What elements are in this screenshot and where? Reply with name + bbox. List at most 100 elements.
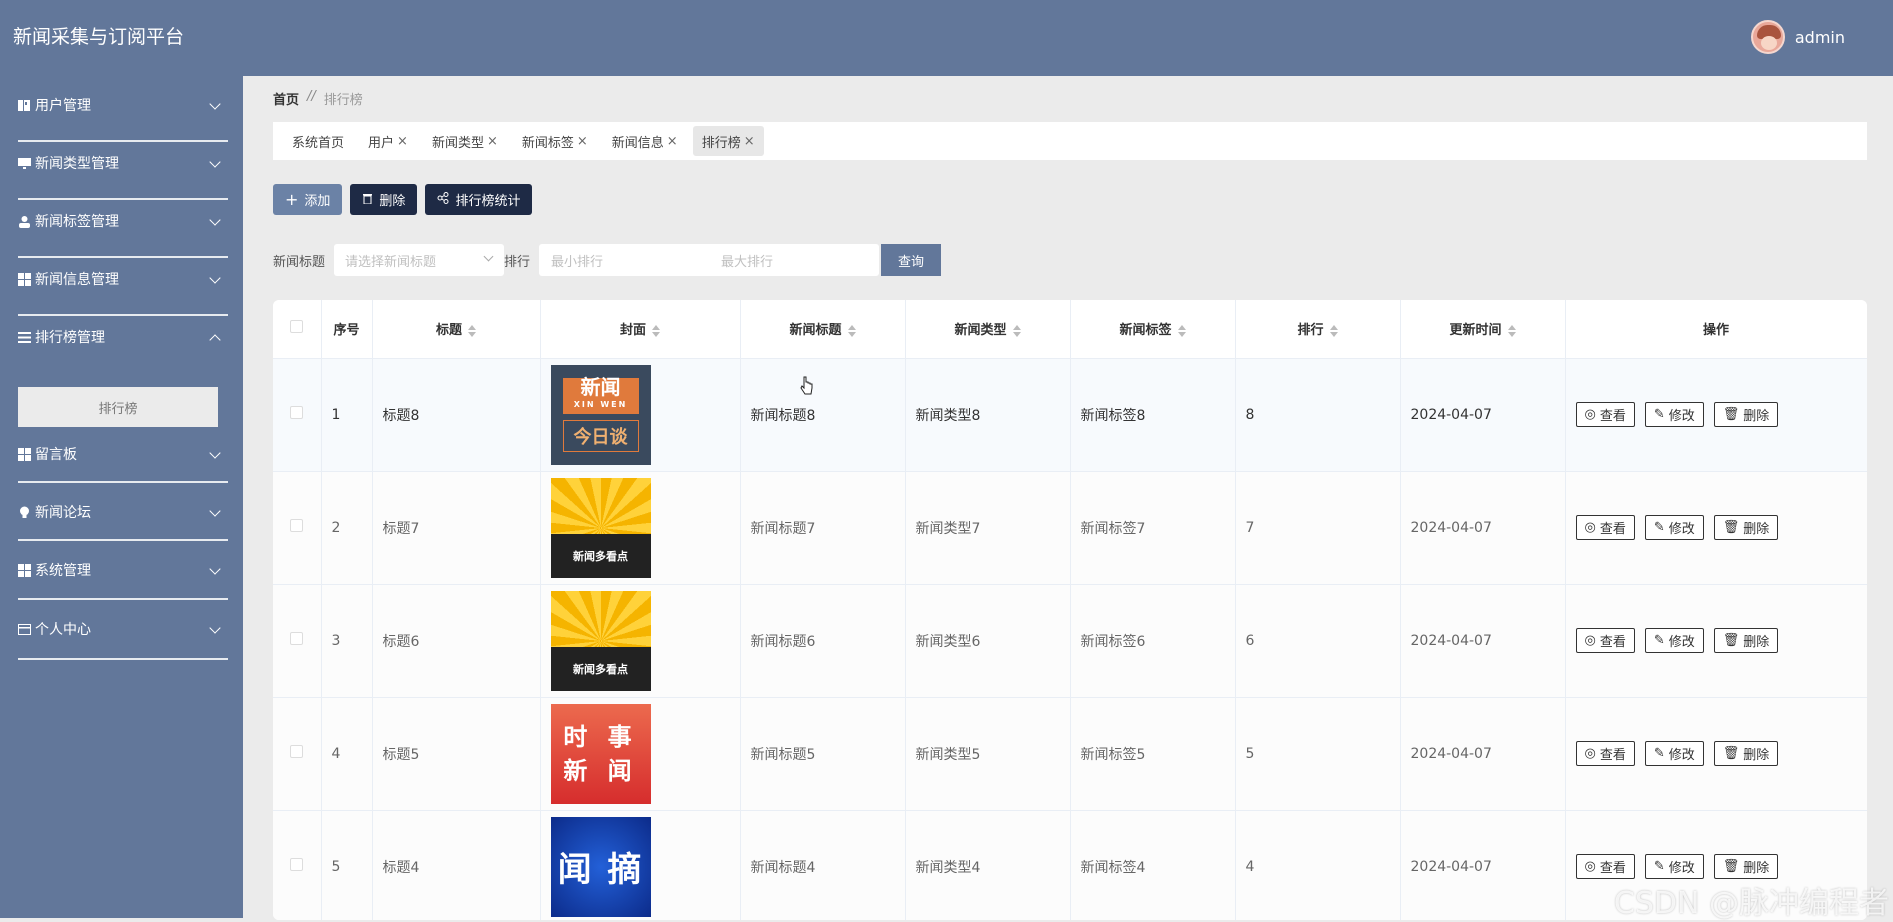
- tab-users[interactable]: 用户×: [359, 126, 417, 156]
- trash-icon: 🗑: [1723, 633, 1740, 648]
- cell-news-title: 新闻标题6: [740, 584, 905, 697]
- max-rank-input[interactable]: 最大排行: [709, 251, 879, 270]
- table-row: 2标题7新闻多看点新闻标题7新闻类型7新闻标签772024-04-07◎查看✎修…: [273, 471, 1867, 584]
- tab-ranking[interactable]: 排行榜×: [693, 126, 764, 156]
- tab-news-info[interactable]: 新闻信息×: [603, 126, 687, 156]
- ranking-stats-button[interactable]: 排行榜统计: [425, 184, 532, 215]
- col-rank[interactable]: 排行: [1235, 300, 1400, 358]
- close-icon[interactable]: ×: [487, 134, 498, 149]
- tab-news-tag[interactable]: 新闻标签×: [513, 126, 597, 156]
- delete-row-button[interactable]: 🗑删除: [1714, 854, 1779, 879]
- cell-title: 标题6: [372, 584, 540, 697]
- grid-icon: [18, 448, 31, 461]
- person-icon: [18, 215, 31, 228]
- tab-news-type[interactable]: 新闻类型×: [423, 126, 507, 156]
- row-checkbox[interactable]: [273, 697, 321, 810]
- table-row: 4标题5时 事新 闻新闻标题5新闻类型5新闻标签552024-04-07◎查看✎…: [273, 697, 1867, 810]
- edit-button[interactable]: ✎修改: [1645, 402, 1704, 427]
- row-checkbox[interactable]: [273, 810, 321, 920]
- sort-icon: [1178, 325, 1186, 337]
- user-menu[interactable]: admin: [1751, 18, 1845, 56]
- cell-updated: 2024-04-07: [1400, 810, 1565, 920]
- view-button[interactable]: ◎查看: [1576, 402, 1635, 427]
- sidebar-item-ranking[interactable]: 排行榜管理: [0, 308, 243, 366]
- edit-button[interactable]: ✎修改: [1645, 628, 1704, 653]
- sort-icon: [652, 325, 660, 337]
- cell-news-type: 新闻类型8: [905, 358, 1070, 471]
- delete-row-button[interactable]: 🗑删除: [1714, 741, 1779, 766]
- delete-button[interactable]: 删除: [350, 184, 417, 215]
- sidebar-item-user-management[interactable]: 用户管理: [0, 76, 243, 134]
- trash-icon: [362, 192, 373, 208]
- plus-icon: +: [285, 193, 298, 207]
- sort-icon: [1013, 325, 1021, 337]
- cell-news-tag: 新闻标签7: [1070, 471, 1235, 584]
- cover-image: 时 事新 闻: [551, 704, 651, 804]
- news-title-select[interactable]: 请选择新闻标题: [334, 244, 504, 276]
- view-button[interactable]: ◎查看: [1576, 854, 1635, 879]
- col-news-type[interactable]: 新闻类型: [905, 300, 1070, 358]
- row-checkbox[interactable]: [273, 358, 321, 471]
- edit-button[interactable]: ✎修改: [1645, 515, 1704, 540]
- sidebar-item-personal[interactable]: 个人中心: [0, 600, 243, 658]
- col-cover[interactable]: 封面: [540, 300, 740, 358]
- eye-icon: ◎: [1585, 859, 1596, 874]
- sidebar-item-news-info[interactable]: 新闻信息管理: [0, 250, 243, 308]
- close-icon[interactable]: ×: [397, 134, 408, 149]
- cell-actions: ◎查看 ✎修改 🗑删除: [1565, 358, 1867, 471]
- close-icon[interactable]: ×: [744, 134, 755, 149]
- sidebar-item-news-tag[interactable]: 新闻标签管理: [0, 192, 243, 250]
- cell-news-type: 新闻类型5: [905, 697, 1070, 810]
- row-checkbox[interactable]: [273, 584, 321, 697]
- add-button[interactable]: +添加: [273, 184, 342, 215]
- min-rank-input[interactable]: 最小排行: [539, 251, 709, 270]
- username[interactable]: admin: [1795, 28, 1845, 47]
- avatar[interactable]: [1751, 20, 1785, 54]
- pencil-icon: ✎: [1654, 746, 1665, 761]
- view-button[interactable]: ◎查看: [1576, 628, 1635, 653]
- divider: [18, 658, 228, 660]
- chevron-down-icon: [209, 505, 220, 516]
- toolbar: +添加 删除 排行榜统计: [273, 184, 532, 215]
- sidebar-item-system[interactable]: 系统管理: [0, 541, 243, 599]
- col-news-tag[interactable]: 新闻标签: [1070, 300, 1235, 358]
- delete-row-button[interactable]: 🗑删除: [1714, 515, 1779, 540]
- delete-row-button[interactable]: 🗑删除: [1714, 628, 1779, 653]
- cell-rank: 6: [1235, 584, 1400, 697]
- edit-button[interactable]: ✎修改: [1645, 854, 1704, 879]
- trash-icon: 🗑: [1723, 407, 1740, 422]
- close-icon[interactable]: ×: [667, 134, 678, 149]
- cell-news-title: 新闻标题8: [740, 358, 905, 471]
- cell-cover: 新闻多看点: [540, 584, 740, 697]
- ranking-table: 序号 标题 封面 新闻标题 新闻类型 新闻标签 排行 更新时间 操作 1标题8新…: [273, 300, 1867, 920]
- cell-news-tag: 新闻标签8: [1070, 358, 1235, 471]
- edit-button[interactable]: ✎修改: [1645, 741, 1704, 766]
- col-title[interactable]: 标题: [372, 300, 540, 358]
- watermark: CSDN @脉冲编程者: [1614, 878, 1889, 922]
- view-button[interactable]: ◎查看: [1576, 515, 1635, 540]
- cell-updated: 2024-04-07: [1400, 584, 1565, 697]
- cell-news-tag: 新闻标签5: [1070, 697, 1235, 810]
- search-bar: 新闻标题 请选择新闻标题 排行 最小排行 最大排行 查询: [273, 244, 941, 276]
- trash-icon: 🗑: [1723, 746, 1740, 761]
- breadcrumb-home[interactable]: 首页: [273, 89, 299, 108]
- rank-range: 最小排行 最大排行: [539, 244, 879, 276]
- col-updated[interactable]: 更新时间: [1400, 300, 1565, 358]
- cell-news-tag: 新闻标签4: [1070, 810, 1235, 920]
- query-button[interactable]: 查询: [881, 244, 941, 276]
- view-button[interactable]: ◎查看: [1576, 741, 1635, 766]
- close-icon[interactable]: ×: [577, 134, 588, 149]
- sidebar-item-forum[interactable]: 新闻论坛: [0, 483, 243, 541]
- sidebar-subitem-ranking[interactable]: 排行榜: [18, 387, 218, 427]
- cell-updated: 2024-04-07: [1400, 471, 1565, 584]
- monitor-icon: [18, 157, 31, 170]
- col-news-title[interactable]: 新闻标题: [740, 300, 905, 358]
- delete-row-button[interactable]: 🗑删除: [1714, 402, 1779, 427]
- tab-home[interactable]: 系统首页: [283, 126, 353, 156]
- chevron-down-icon: [209, 622, 220, 633]
- select-all-checkbox[interactable]: [273, 300, 321, 358]
- sidebar-item-news-type[interactable]: 新闻类型管理: [0, 134, 243, 192]
- row-checkbox[interactable]: [273, 471, 321, 584]
- grid-icon: [18, 564, 31, 577]
- sidebar-item-message-board[interactable]: 留言板: [0, 425, 243, 483]
